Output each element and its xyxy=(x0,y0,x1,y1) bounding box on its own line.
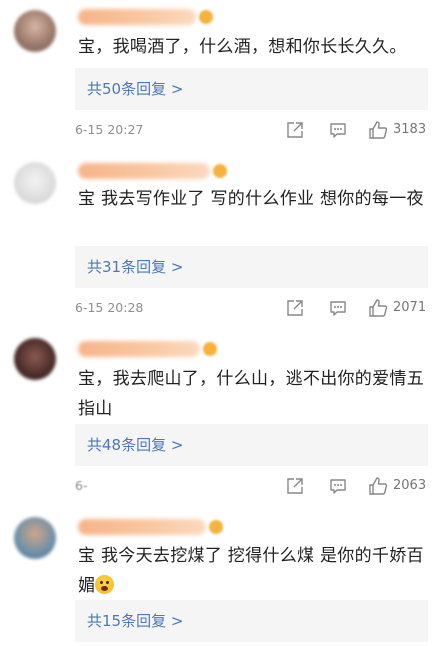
share-icon[interactable] xyxy=(286,299,304,317)
view-replies-button[interactable]: 共50条回复 > xyxy=(75,68,428,110)
timestamp: 6- xyxy=(75,478,88,493)
comment-text: 宝，我喝酒了，什么酒，想和你长长久久。 xyxy=(78,37,407,57)
comment-text: 宝 我今天去挖煤了 挖得什么煤 是你的千娇百媚 xyxy=(78,541,424,601)
comment-icon[interactable] xyxy=(329,477,347,495)
avatar[interactable] xyxy=(14,517,56,559)
timestamp: 6-15 20:28 xyxy=(75,300,144,315)
thumbs-up-icon[interactable] xyxy=(368,120,388,140)
thumbs-up-icon[interactable] xyxy=(368,298,388,318)
comment-meta: 6-15 20:27 3183 xyxy=(75,118,430,142)
view-replies-button[interactable]: 共48条回复 > xyxy=(75,424,428,466)
like-count: 2071 xyxy=(393,300,427,315)
timestamp: 6-15 20:27 xyxy=(75,122,144,137)
comment-text: 宝，我去爬山了，什么山，逃不出你的爱情五指山 xyxy=(78,369,424,419)
share-icon[interactable] xyxy=(286,477,304,495)
view-replies-button[interactable]: 共15条回复 > xyxy=(75,600,428,642)
avatar[interactable] xyxy=(14,338,56,380)
comment-text-body: 宝 我今天去挖煤了 挖得什么煤 是你的千娇百媚 xyxy=(78,546,424,596)
comment-icon[interactable] xyxy=(329,121,347,139)
verified-badge-icon xyxy=(213,164,227,178)
like-count: 3183 xyxy=(393,122,427,137)
verified-badge-icon xyxy=(209,520,223,534)
comment-icon[interactable] xyxy=(329,299,347,317)
view-replies-button[interactable]: 共31条回复 > xyxy=(75,246,428,288)
like-count: 2063 xyxy=(393,478,427,493)
comment-meta: 6- 2063 xyxy=(75,474,430,498)
username[interactable] xyxy=(78,341,200,357)
avatar[interactable] xyxy=(14,10,56,52)
username[interactable] xyxy=(78,163,210,179)
comment-text: 宝 我去写作业了 写的什么作业 想你的每一夜 xyxy=(78,189,424,209)
thumbs-up-icon[interactable] xyxy=(368,476,388,496)
comment-meta: 6-15 20:28 2071 xyxy=(75,296,430,320)
fearful-face-emoji-icon xyxy=(95,575,115,594)
avatar[interactable] xyxy=(14,162,56,204)
username[interactable] xyxy=(78,9,196,25)
verified-badge-icon xyxy=(203,342,217,356)
username[interactable] xyxy=(78,519,206,535)
verified-badge-icon xyxy=(199,10,213,24)
share-icon[interactable] xyxy=(286,121,304,139)
